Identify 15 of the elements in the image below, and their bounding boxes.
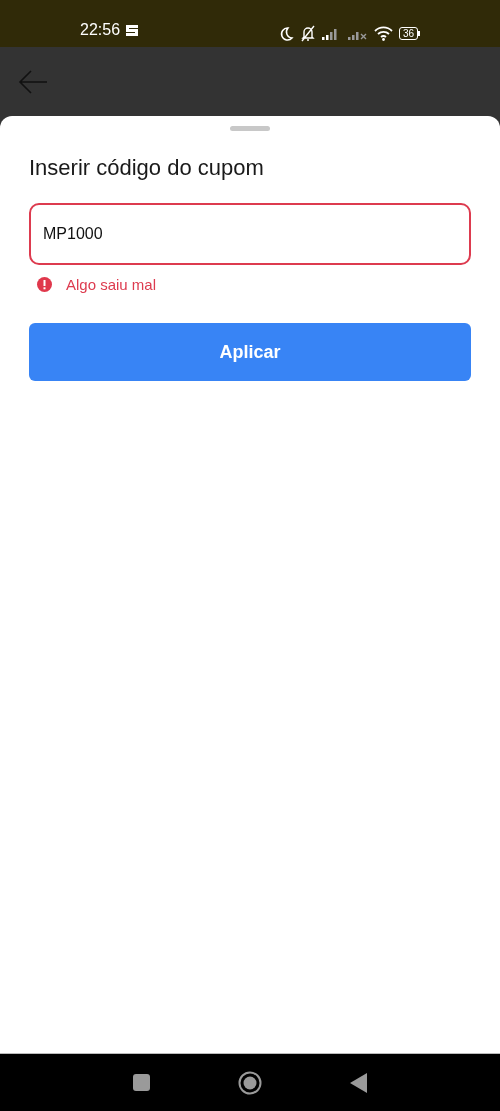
home-icon[interactable] — [238, 1070, 262, 1095]
recents-icon[interactable] — [133, 1074, 150, 1091]
error-message: Algo saiu mal — [66, 274, 157, 295]
clock-time: 22:56 — [80, 20, 121, 40]
wifi-icon — [373, 26, 393, 41]
back-arrow-icon[interactable] — [18, 69, 48, 94]
sheet-title: Inserir código do cupom — [29, 154, 265, 182]
back-icon[interactable] — [350, 1072, 367, 1093]
coupon-field[interactable]: MP1000 — [29, 202, 471, 265]
muted-bell-icon — [299, 25, 316, 42]
apply-button[interactable]: Aplicar — [29, 323, 471, 381]
error-icon — [37, 277, 52, 293]
battery-level: 36 — [402, 28, 414, 39]
drag-handle[interactable] — [230, 126, 270, 131]
sync-icon — [126, 24, 139, 36]
